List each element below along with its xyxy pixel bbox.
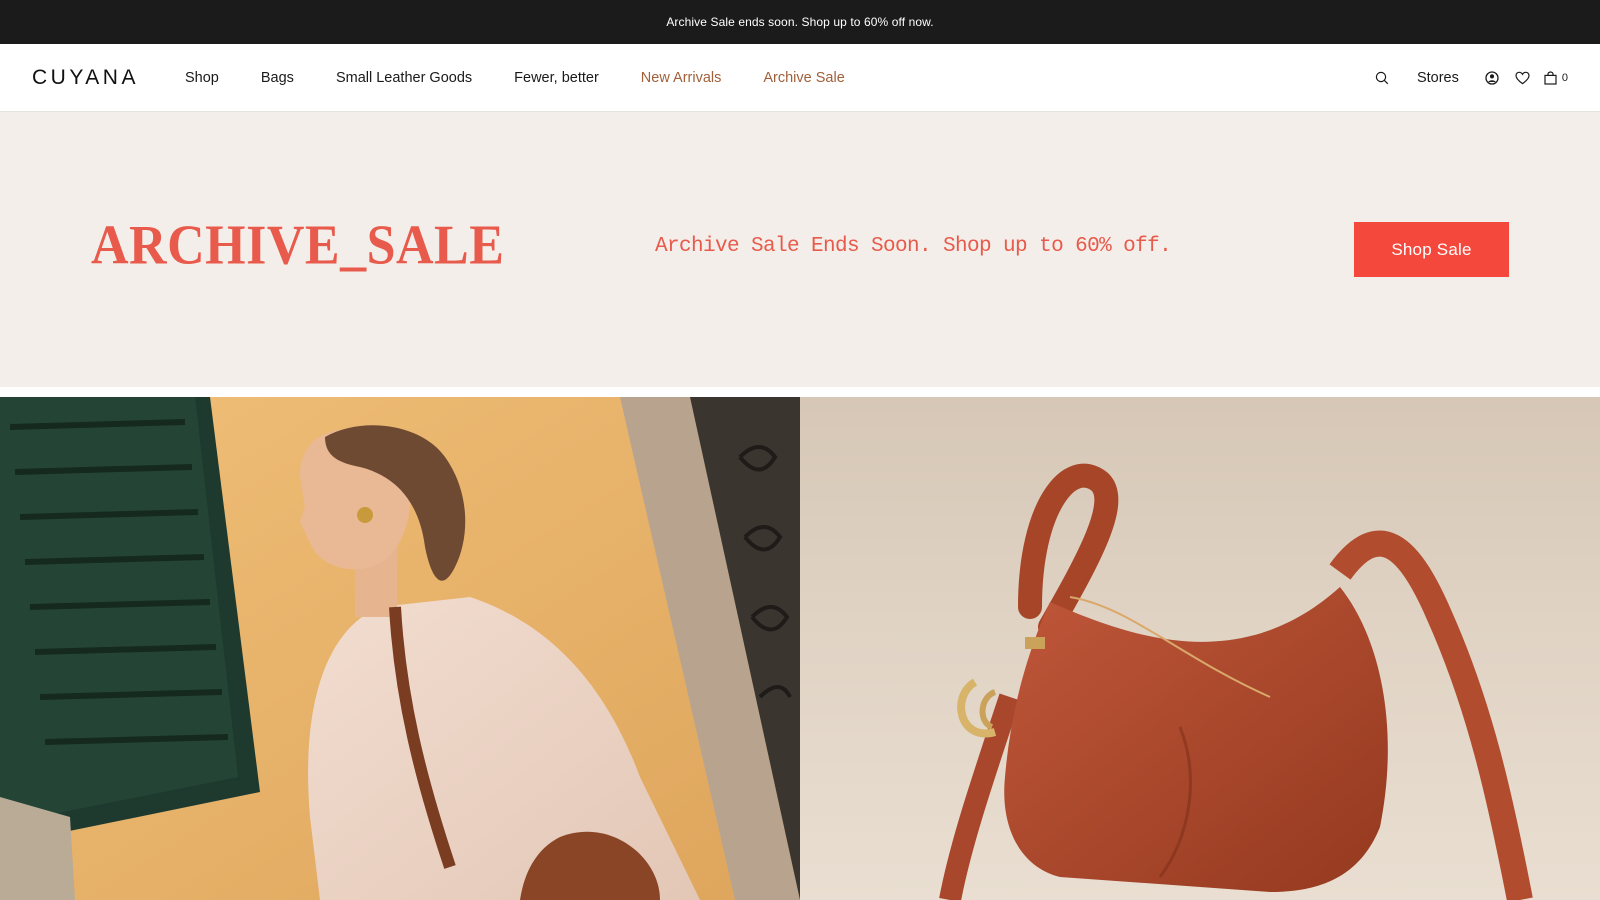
nav-item-bags[interactable]: Bags [261,70,294,86]
banner-subtitle: Archive Sale Ends Soon. Shop up to 60% o… [655,235,1172,258]
archive-sale-banner: ARCHIVE_SALE Archive Sale Ends Soon. Sho… [0,112,1600,387]
shopping-bag-icon [1544,71,1557,85]
nav-item-small-leather-goods[interactable]: Small Leather Goods [336,70,472,86]
account-icon [1485,71,1499,85]
search-icon [1375,71,1389,85]
bag-count: 0 [1561,72,1568,84]
nav-item-shop[interactable]: Shop [185,70,219,86]
search-button[interactable] [1375,71,1389,85]
bag-photo-illustration [800,397,1600,900]
model-photo-illustration [0,397,800,900]
heart-icon [1515,71,1530,85]
section-divider [0,387,1600,397]
header-utilities: Stores 0 [1355,44,1568,112]
bag-button[interactable]: 0 [1544,71,1568,85]
shop-sale-button[interactable]: Shop Sale [1354,222,1509,277]
account-button[interactable] [1485,71,1499,85]
announcement-link[interactable]: Archive Sale ends soon. Shop up to 60% o… [666,15,933,29]
cuyana-logo[interactable]: CUYANA [32,66,139,90]
stores-link[interactable]: Stores [1417,70,1459,86]
announcement-bar: Archive Sale ends soon. Shop up to 60% o… [0,0,1600,44]
nav-item-new-arrivals[interactable]: New Arrivals [641,70,722,86]
hero-image-leather-bag[interactable] [800,397,1600,900]
hero-image-model-with-bag[interactable] [0,397,800,900]
banner-title: ARCHIVE_SALE [91,214,505,277]
nav-item-fewer-better[interactable]: Fewer, better [514,70,599,86]
site-header: CUYANA Shop Bags Small Leather Goods Few… [0,44,1600,112]
main-nav: Shop Bags Small Leather Goods Fewer, bet… [185,44,887,112]
nav-item-archive-sale[interactable]: Archive Sale [763,70,844,86]
wishlist-button[interactable] [1515,71,1530,85]
